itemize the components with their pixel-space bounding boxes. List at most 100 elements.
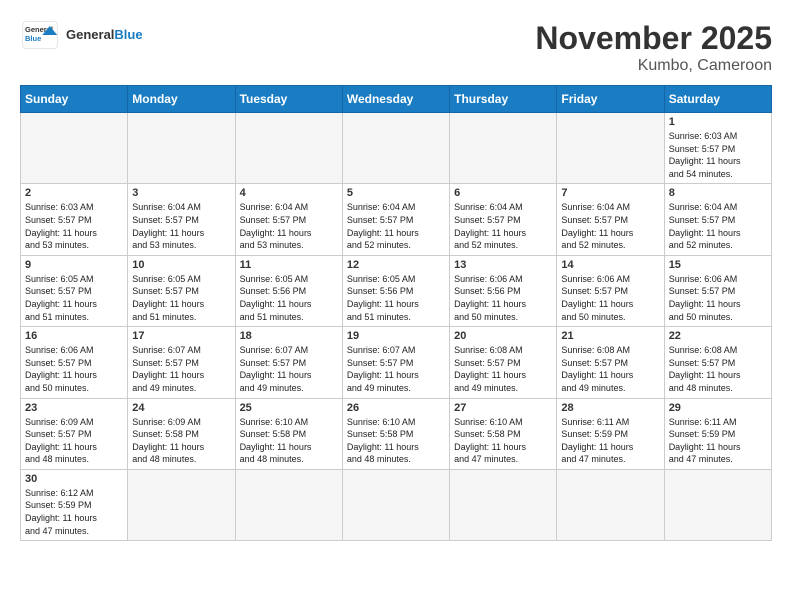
day-number: 10 bbox=[132, 259, 230, 271]
day-number: 12 bbox=[347, 259, 445, 271]
calendar-day-header: Monday bbox=[128, 86, 235, 113]
day-number: 18 bbox=[240, 330, 338, 342]
calendar-day-header: Thursday bbox=[450, 86, 557, 113]
calendar-cell bbox=[450, 113, 557, 184]
day-number: 26 bbox=[347, 402, 445, 414]
day-number: 6 bbox=[454, 187, 552, 199]
day-info: Sunrise: 6:10 AMSunset: 5:58 PMDaylight:… bbox=[347, 416, 445, 466]
day-info: Sunrise: 6:05 AMSunset: 5:56 PMDaylight:… bbox=[347, 273, 445, 323]
day-number: 13 bbox=[454, 259, 552, 271]
day-number: 22 bbox=[669, 330, 767, 342]
calendar-cell bbox=[235, 113, 342, 184]
calendar-cell: 11 Sunrise: 6:05 AMSunset: 5:56 PMDayligh… bbox=[235, 255, 342, 326]
calendar-cell bbox=[21, 113, 128, 184]
calendar-cell: 1Sunrise: 6:03 AMSunset: 5:57 PMDaylight… bbox=[664, 113, 771, 184]
day-number: 8 bbox=[669, 187, 767, 199]
calendar-table: SundayMondayTuesdayWednesdayThursdayFrid… bbox=[20, 85, 772, 541]
day-info: Sunrise: 6:06 AMSunset: 5:57 PMDaylight:… bbox=[561, 273, 659, 323]
calendar-cell bbox=[128, 469, 235, 540]
day-info: Sunrise: 6:04 AMSunset: 5:57 PMDaylight:… bbox=[561, 201, 659, 251]
day-info: Sunrise: 6:09 AMSunset: 5:58 PMDaylight:… bbox=[132, 416, 230, 466]
calendar-cell: 27 Sunrise: 6:10 AMSunset: 5:58 PMDayligh… bbox=[450, 398, 557, 469]
day-number: 15 bbox=[669, 259, 767, 271]
page-header: General Blue GeneralBlue November 2025 K… bbox=[20, 20, 772, 75]
day-number: 23 bbox=[25, 402, 123, 414]
day-info: Sunrise: 6:04 AMSunset: 5:57 PMDaylight:… bbox=[347, 201, 445, 251]
calendar-cell bbox=[235, 469, 342, 540]
calendar-cell: 14 Sunrise: 6:06 AMSunset: 5:57 PMDayligh… bbox=[557, 255, 664, 326]
calendar-cell: 3Sunrise: 6:04 AMSunset: 5:57 PMDaylight… bbox=[128, 184, 235, 255]
calendar-cell: 19 Sunrise: 6:07 AMSunset: 5:57 PMDayligh… bbox=[342, 327, 449, 398]
calendar-cell: 22 Sunrise: 6:08 AMSunset: 5:57 PMDayligh… bbox=[664, 327, 771, 398]
day-info: Sunrise: 6:05 AMSunset: 5:57 PMDaylight:… bbox=[25, 273, 123, 323]
calendar-cell: 4Sunrise: 6:04 AMSunset: 5:57 PMDaylight… bbox=[235, 184, 342, 255]
day-info: Sunrise: 6:06 AMSunset: 5:57 PMDaylight:… bbox=[25, 344, 123, 394]
day-number: 28 bbox=[561, 402, 659, 414]
day-number: 14 bbox=[561, 259, 659, 271]
day-info: Sunrise: 6:06 AMSunset: 5:57 PMDaylight:… bbox=[669, 273, 767, 323]
calendar-cell: 30 Sunrise: 6:12 AMSunset: 5:59 PMDayligh… bbox=[21, 469, 128, 540]
day-info: Sunrise: 6:05 AMSunset: 5:56 PMDaylight:… bbox=[240, 273, 338, 323]
logo: General Blue GeneralBlue bbox=[20, 20, 143, 50]
day-number: 9 bbox=[25, 259, 123, 271]
day-number: 1 bbox=[669, 116, 767, 128]
day-info: Sunrise: 6:06 AMSunset: 5:56 PMDaylight:… bbox=[454, 273, 552, 323]
day-info: Sunrise: 6:07 AMSunset: 5:57 PMDaylight:… bbox=[347, 344, 445, 394]
calendar-cell: 9 Sunrise: 6:05 AMSunset: 5:57 PMDaylight… bbox=[21, 255, 128, 326]
calendar-cell: 24 Sunrise: 6:09 AMSunset: 5:58 PMDayligh… bbox=[128, 398, 235, 469]
day-number: 7 bbox=[561, 187, 659, 199]
day-number: 21 bbox=[561, 330, 659, 342]
day-number: 3 bbox=[132, 187, 230, 199]
calendar-cell: 10Sunrise: 6:05 AMSunset: 5:57 PMDayligh… bbox=[128, 255, 235, 326]
calendar-cell: 28 Sunrise: 6:11 AMSunset: 5:59 PMDayligh… bbox=[557, 398, 664, 469]
calendar-cell: 7 Sunrise: 6:04 AMSunset: 5:57 PMDaylight… bbox=[557, 184, 664, 255]
day-number: 5 bbox=[347, 187, 445, 199]
day-info: Sunrise: 6:10 AMSunset: 5:58 PMDaylight:… bbox=[454, 416, 552, 466]
calendar-cell: 18Sunrise: 6:07 AMSunset: 5:57 PMDayligh… bbox=[235, 327, 342, 398]
title-block: November 2025 Kumbo, Cameroon bbox=[535, 20, 772, 75]
day-number: 19 bbox=[347, 330, 445, 342]
calendar-cell: 17Sunrise: 6:07 AMSunset: 5:57 PMDayligh… bbox=[128, 327, 235, 398]
calendar-day-header: Saturday bbox=[664, 86, 771, 113]
calendar-cell: 6Sunrise: 6:04 AMSunset: 5:57 PMDaylight… bbox=[450, 184, 557, 255]
calendar-day-header: Friday bbox=[557, 86, 664, 113]
calendar-cell: 8 Sunrise: 6:04 AMSunset: 5:57 PMDaylight… bbox=[664, 184, 771, 255]
day-info: Sunrise: 6:03 AMSunset: 5:57 PMDaylight:… bbox=[25, 201, 123, 251]
day-number: 24 bbox=[132, 402, 230, 414]
day-number: 11 bbox=[240, 259, 338, 271]
day-number: 30 bbox=[25, 473, 123, 485]
calendar-cell bbox=[128, 113, 235, 184]
calendar-cell: 29 Sunrise: 6:11 AMSunset: 5:59 PMDayligh… bbox=[664, 398, 771, 469]
day-info: Sunrise: 6:08 AMSunset: 5:57 PMDaylight:… bbox=[561, 344, 659, 394]
day-number: 27 bbox=[454, 402, 552, 414]
calendar-cell bbox=[557, 113, 664, 184]
calendar-day-header: Tuesday bbox=[235, 86, 342, 113]
calendar-cell bbox=[342, 469, 449, 540]
location: Kumbo, Cameroon bbox=[535, 57, 772, 75]
svg-text:Blue: Blue bbox=[25, 34, 41, 43]
calendar-cell bbox=[557, 469, 664, 540]
calendar-cell bbox=[342, 113, 449, 184]
calendar-cell: 2Sunrise: 6:03 AMSunset: 5:57 PMDaylight… bbox=[21, 184, 128, 255]
calendar-cell: 20Sunrise: 6:08 AMSunset: 5:57 PMDayligh… bbox=[450, 327, 557, 398]
day-info: Sunrise: 6:09 AMSunset: 5:57 PMDaylight:… bbox=[25, 416, 123, 466]
calendar-cell: 23 Sunrise: 6:09 AMSunset: 5:57 PMDayligh… bbox=[21, 398, 128, 469]
day-info: Sunrise: 6:12 AMSunset: 5:59 PMDaylight:… bbox=[25, 487, 123, 537]
calendar-cell bbox=[664, 469, 771, 540]
day-info: Sunrise: 6:11 AMSunset: 5:59 PMDaylight:… bbox=[561, 416, 659, 466]
day-info: Sunrise: 6:08 AMSunset: 5:57 PMDaylight:… bbox=[669, 344, 767, 394]
calendar-cell: 13 Sunrise: 6:06 AMSunset: 5:56 PMDayligh… bbox=[450, 255, 557, 326]
calendar-cell: 26 Sunrise: 6:10 AMSunset: 5:58 PMDayligh… bbox=[342, 398, 449, 469]
day-number: 25 bbox=[240, 402, 338, 414]
day-info: Sunrise: 6:10 AMSunset: 5:58 PMDaylight:… bbox=[240, 416, 338, 466]
calendar-cell: 5 Sunrise: 6:04 AMSunset: 5:57 PMDaylight… bbox=[342, 184, 449, 255]
day-info: Sunrise: 6:11 AMSunset: 5:59 PMDaylight:… bbox=[669, 416, 767, 466]
day-info: Sunrise: 6:04 AMSunset: 5:57 PMDaylight:… bbox=[669, 201, 767, 251]
day-number: 29 bbox=[669, 402, 767, 414]
calendar-cell: 25 Sunrise: 6:10 AMSunset: 5:58 PMDayligh… bbox=[235, 398, 342, 469]
day-number: 20 bbox=[454, 330, 552, 342]
calendar-day-header: Sunday bbox=[21, 86, 128, 113]
calendar-cell: 16Sunrise: 6:06 AMSunset: 5:57 PMDayligh… bbox=[21, 327, 128, 398]
calendar-cell bbox=[450, 469, 557, 540]
month-title: November 2025 bbox=[535, 20, 772, 57]
